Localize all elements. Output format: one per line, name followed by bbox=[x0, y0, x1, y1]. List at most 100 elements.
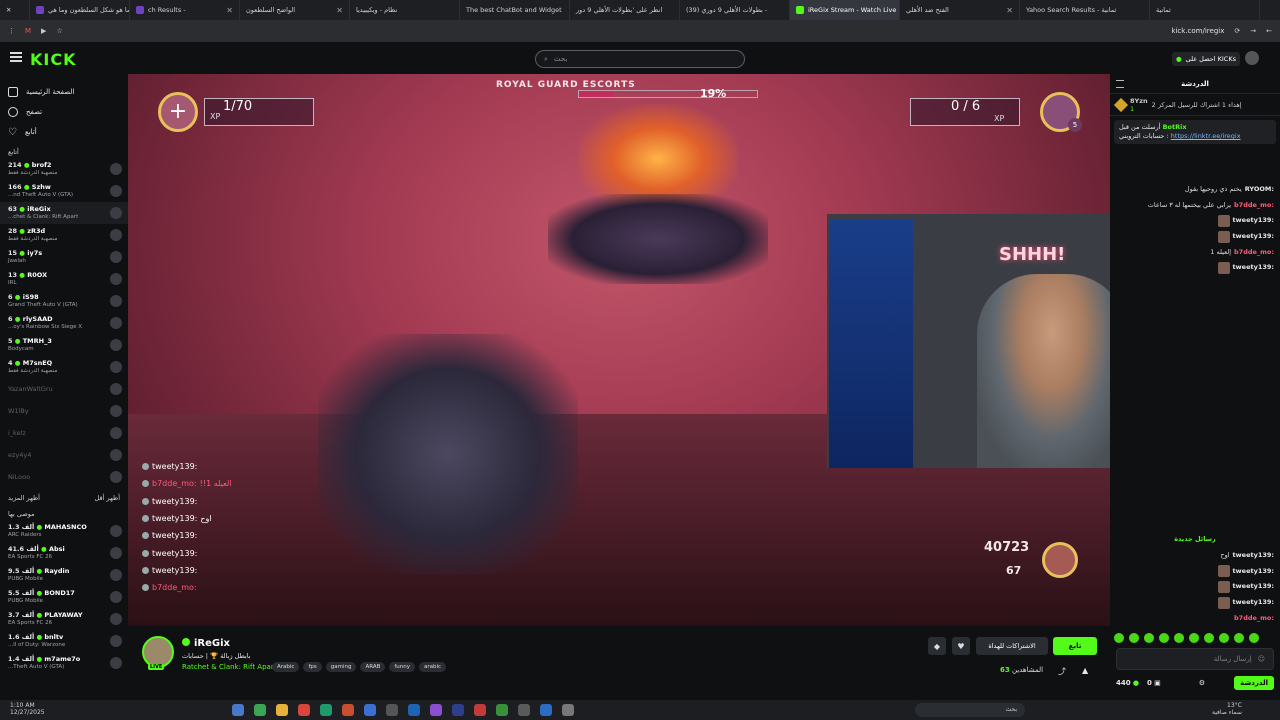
chat-send-button[interactable]: الدردشة bbox=[1234, 676, 1274, 690]
tab-close-icon[interactable]: ✕ bbox=[1006, 6, 1013, 15]
sidebar-channel[interactable]: 166 ● Szhw ...nd Theft Auto V (GTA) bbox=[0, 180, 128, 202]
sidebar-channel[interactable]: 28 ● zR3d منصهبة الدردشة فقط bbox=[0, 224, 128, 246]
sidebar-channel[interactable]: NiLooo bbox=[0, 466, 128, 488]
recommended-channel[interactable]: 41.6 ألف ● Absi EA Sports FC 26 bbox=[0, 542, 128, 564]
browser-tab[interactable]: ثمانية bbox=[1150, 0, 1260, 20]
settings-icon[interactable]: ⚙ bbox=[1199, 679, 1205, 687]
app-icon[interactable] bbox=[562, 704, 574, 716]
weather[interactable]: 13°C سماء صافية bbox=[1212, 702, 1242, 716]
forward-icon[interactable]: → bbox=[1250, 27, 1256, 35]
search-input[interactable]: ⌕ بحث bbox=[535, 50, 745, 68]
notification-bell-button[interactable]: ◆ bbox=[928, 637, 946, 655]
sidebar-channel[interactable]: 6 ● iS98 Grand Theft Auto V (GTA) bbox=[0, 290, 128, 312]
chat-username[interactable]: tweety139: bbox=[1233, 551, 1274, 560]
browser-tab[interactable]: الواضح السلطعون ✕ bbox=[240, 0, 350, 20]
chat-username[interactable]: RYOOM: bbox=[1245, 185, 1274, 194]
close-icon[interactable]: ✕ bbox=[6, 6, 11, 14]
url-field[interactable]: kick.com/iregix bbox=[1171, 27, 1224, 35]
collapse-chat-icon[interactable] bbox=[1116, 80, 1124, 88]
chat-username[interactable]: tweety139: bbox=[1233, 263, 1274, 272]
streamer-name[interactable]: iReGix bbox=[182, 638, 230, 649]
chat-username[interactable]: tweety139: bbox=[1233, 216, 1274, 225]
sidebar-channel[interactable]: YazanWaltGru bbox=[0, 378, 128, 400]
gift-subs-button[interactable]: الاشتراكات للهداة bbox=[976, 637, 1048, 655]
recommended-channel[interactable]: 9.5 ألف ● Raydin PUBG Mobile bbox=[0, 564, 128, 586]
recommended-channel[interactable]: 1.4 ألف ● m7ame7o ...Theft Auto V (GTA) bbox=[0, 652, 128, 674]
chat-username[interactable]: b7dde_mo: bbox=[1234, 614, 1274, 623]
heart-button[interactable]: ♥ bbox=[952, 637, 970, 655]
nav-following[interactable]: ♡ أتابع bbox=[8, 122, 120, 142]
menu-icon[interactable]: ⋮ bbox=[8, 27, 15, 35]
kick-logo[interactable]: KICK bbox=[30, 50, 77, 69]
browser-tab-active[interactable]: iReGix Stream - Watch Live✕ bbox=[790, 0, 900, 20]
app-icon[interactable] bbox=[518, 704, 530, 716]
stream-tag[interactable]: gaming bbox=[325, 662, 357, 672]
emote-icon[interactable] bbox=[1219, 633, 1229, 643]
clock[interactable]: 1:10 AM 12/27/2025 bbox=[10, 702, 45, 716]
tab-close-icon[interactable]: ✕ bbox=[336, 6, 343, 15]
app-icon[interactable] bbox=[496, 704, 508, 716]
browser-tab[interactable]: الفتح ضد الأهلي ✕ bbox=[900, 0, 1020, 20]
browser-tab[interactable]: نظام - ويكيبيديا bbox=[350, 0, 460, 20]
app-icon[interactable] bbox=[232, 704, 244, 716]
show-less-link[interactable]: أظهر أقل bbox=[95, 494, 120, 502]
app-icon[interactable] bbox=[430, 704, 442, 716]
emote-icon[interactable] bbox=[1144, 633, 1154, 643]
follow-button[interactable]: تابع bbox=[1053, 637, 1097, 655]
browser-tab[interactable]: Yahoo Search Results - ثمانية bbox=[1020, 0, 1150, 20]
chat-input[interactable]: إرسال رسالة ☺ bbox=[1116, 648, 1274, 670]
browser-tab[interactable]: انظر على 'بطولات الأهلي 9 دور bbox=[570, 0, 680, 20]
taskbar-search[interactable]: بحث bbox=[915, 703, 1025, 717]
sidebar-channel[interactable]: 5 ● TMRH_3 Bodycam bbox=[0, 334, 128, 356]
hamburger-icon[interactable] bbox=[10, 52, 22, 62]
sidebar-channel[interactable]: W1lBy bbox=[0, 400, 128, 422]
recommended-channel[interactable]: 1.6 ألف ● bnltv ...ll of Duty: Warzone bbox=[0, 630, 128, 652]
stream-tag[interactable]: funny bbox=[389, 662, 416, 672]
stream-tag[interactable]: Arabic bbox=[272, 662, 300, 672]
sidebar-channel[interactable]: ezy4y4 bbox=[0, 444, 128, 466]
sidebar-channel[interactable]: 6 ● rlySAAD ...oy's Rainbow Six Siege X bbox=[0, 312, 128, 334]
report-icon[interactable]: ▲ bbox=[1082, 666, 1088, 675]
get-kicks-button[interactable]: ● احصل على KICKs bbox=[1172, 52, 1240, 66]
sidebar-channel[interactable]: 63 ● iReGix ...chet & Clank: Rift Apart bbox=[0, 202, 128, 224]
emote-icon[interactable] bbox=[1174, 633, 1184, 643]
chat-username[interactable]: b7dde_mo: bbox=[1234, 201, 1274, 210]
app-icon[interactable] bbox=[408, 704, 420, 716]
sidebar-channel[interactable]: 13 ● R0OX IRL bbox=[0, 268, 128, 290]
recommended-channel[interactable]: 5.5 ألف ● BOND17 PUBG Mobile bbox=[0, 586, 128, 608]
sidebar-channel[interactable]: 15 ● iy7s Jawlah bbox=[0, 246, 128, 268]
nav-browse[interactable]: تصفح bbox=[8, 102, 120, 122]
sidebar-channel[interactable]: i_kelz bbox=[0, 422, 128, 444]
browser-tab[interactable]: ch Results - ✕ bbox=[130, 0, 240, 20]
emote-icon[interactable] bbox=[1204, 633, 1214, 643]
share-icon[interactable]: ⤴ bbox=[1058, 666, 1066, 677]
sidebar-channel[interactable]: 214 ● brof2 منصهبة الدردشة فقط bbox=[0, 158, 128, 180]
window-controls[interactable]: ✕ bbox=[0, 0, 30, 20]
nav-home[interactable]: الصفحة الرئيسية bbox=[8, 82, 120, 102]
chat-username[interactable]: tweety139: bbox=[1233, 567, 1274, 576]
chat-username[interactable]: tweety139: bbox=[1233, 582, 1274, 591]
app-icon[interactable] bbox=[254, 704, 266, 716]
browser-tab[interactable]: The best ChatBot and Widget bbox=[460, 0, 570, 20]
emote-icon[interactable] bbox=[1129, 633, 1139, 643]
chat-username[interactable]: b7dde_mo: bbox=[1234, 248, 1274, 257]
gmail-icon[interactable]: M bbox=[25, 27, 31, 35]
stream-tag[interactable]: fps bbox=[303, 662, 322, 672]
app-icon[interactable] bbox=[342, 704, 354, 716]
stream-tag[interactable]: ARAB bbox=[360, 662, 386, 672]
back-icon[interactable]: ← bbox=[1266, 27, 1272, 35]
emoji-icon[interactable]: ☺ bbox=[1258, 655, 1265, 663]
recommended-channel[interactable]: 3.7 ألف ● PLAYAWAY EA Sports FC 26 bbox=[0, 608, 128, 630]
emote-icon[interactable] bbox=[1234, 633, 1244, 643]
reload-icon[interactable]: ⟳ bbox=[1234, 27, 1240, 35]
sidebar-channel[interactable]: 4 ● M7snEQ منصهبة الدردشة فقط bbox=[0, 356, 128, 378]
app-icon[interactable] bbox=[298, 704, 310, 716]
arrow-icon[interactable]: ▶ bbox=[41, 27, 46, 35]
stream-tag[interactable]: arabic bbox=[419, 662, 447, 672]
show-more-link[interactable]: أظهر المزيد bbox=[8, 494, 40, 502]
app-icon[interactable] bbox=[452, 704, 464, 716]
emote-icon[interactable] bbox=[1249, 633, 1259, 643]
app-icon[interactable] bbox=[364, 704, 376, 716]
chat-username[interactable]: tweety139: bbox=[1233, 598, 1274, 607]
app-icon[interactable] bbox=[474, 704, 486, 716]
